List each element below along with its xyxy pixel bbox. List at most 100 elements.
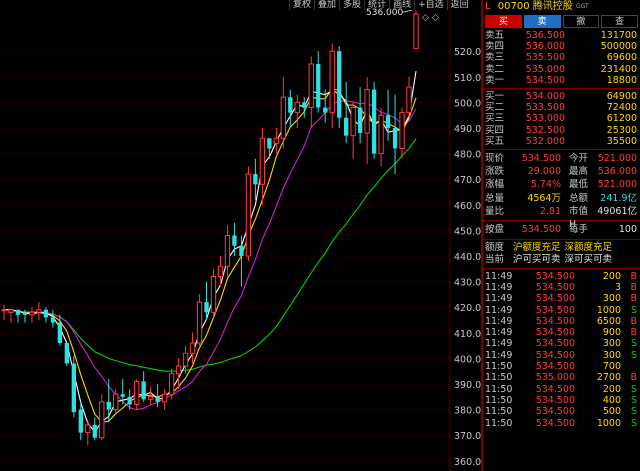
tick-price: 534.500 bbox=[535, 338, 575, 350]
toolbar-item[interactable]: +自选 bbox=[414, 0, 447, 10]
y-tick-label: 400.0 bbox=[454, 354, 481, 365]
y-tick-label: 490.0 bbox=[454, 124, 481, 135]
stat-label: 涨幅 bbox=[485, 179, 505, 191]
lot-size: 100 bbox=[618, 224, 637, 236]
stat-value: 49061亿 bbox=[597, 206, 637, 218]
toolbar-item[interactable]: 返回 bbox=[446, 0, 472, 10]
candle-body bbox=[280, 96, 286, 139]
lot-label: 每手 bbox=[569, 224, 589, 236]
candlestick-chart[interactable]: 360.0 370.0 380.0 390.0 400.0 410.0 420.0 430.0… bbox=[0, 0, 483, 471]
stat-label: 今开 bbox=[569, 152, 589, 164]
y-tick-label: 380.0 bbox=[454, 406, 481, 417]
divider bbox=[483, 87, 640, 89]
bid-row[interactable]: 买四 532.500 25300 bbox=[483, 125, 640, 136]
level-volume: 69600 bbox=[606, 52, 637, 64]
toolbar-item[interactable]: 叠加 bbox=[314, 0, 339, 10]
tick-volume: 1000 bbox=[596, 417, 621, 429]
candle-body bbox=[161, 393, 168, 403]
tick-time: 11:49 bbox=[485, 281, 513, 293]
level-price: 532.500 bbox=[525, 124, 565, 136]
header-marker: L bbox=[485, 1, 491, 12]
stat-value: 2.81 bbox=[539, 206, 561, 218]
toolbar-item[interactable]: 多股 bbox=[339, 0, 364, 10]
tick-time: 11:50 bbox=[485, 361, 513, 373]
stat-label: 涨跌 bbox=[485, 166, 505, 178]
y-tick-label: 450.0 bbox=[454, 226, 481, 237]
tick-side: S bbox=[630, 338, 637, 350]
buy-button[interactable]: 买 bbox=[485, 15, 522, 28]
candle-body bbox=[106, 401, 111, 410]
stat-label: 最高 bbox=[569, 166, 589, 178]
candle-body bbox=[196, 301, 203, 344]
sell-button[interactable]: 卖 bbox=[523, 15, 561, 28]
sh-quota: 沪额度充足 bbox=[513, 241, 561, 253]
candle-body bbox=[210, 275, 217, 313]
candle-body bbox=[385, 115, 391, 128]
toolbar-item[interactable]: 画线 bbox=[389, 0, 414, 10]
candle-body bbox=[413, 13, 419, 50]
candle-body bbox=[288, 97, 293, 113]
closing-label: 按盘 bbox=[485, 224, 505, 236]
tick-side: B bbox=[630, 270, 637, 282]
candle-body bbox=[99, 401, 105, 439]
y-tick-label: 410.0 bbox=[454, 329, 481, 340]
stock-code: 00700 bbox=[497, 1, 530, 12]
stat-value: 241.9亿 bbox=[600, 192, 637, 204]
stat-label: 最低 bbox=[569, 179, 589, 191]
level-label: 买三 bbox=[485, 113, 505, 125]
candle-body bbox=[22, 312, 28, 315]
bid-row[interactable]: 买三 533.000 61200 bbox=[483, 113, 640, 124]
quota-row: 额度 沪额度充足 深额度充足 bbox=[483, 242, 640, 254]
candle-body bbox=[259, 137, 266, 185]
current-label: 当前 bbox=[485, 253, 505, 265]
stat-label: 总额 bbox=[569, 192, 589, 204]
candle-body bbox=[1, 309, 7, 312]
divider bbox=[483, 267, 640, 269]
level-volume: 35500 bbox=[606, 135, 637, 147]
candle-body bbox=[217, 265, 224, 277]
level-price: 535.500 bbox=[525, 52, 565, 64]
candle-body bbox=[168, 373, 175, 395]
ask-row[interactable]: 卖四 536.000 500000 bbox=[483, 41, 640, 52]
ask-row[interactable]: 卖三 535.500 69600 bbox=[483, 52, 640, 63]
diamond-icon: ◇ bbox=[432, 13, 439, 23]
tick-price: 535.000 bbox=[535, 372, 575, 384]
tick-price: 534.500 bbox=[535, 293, 575, 305]
cancel-button[interactable]: 撤 bbox=[562, 15, 600, 28]
ask-row[interactable]: 卖五 536.500 131700 bbox=[483, 30, 640, 41]
tick-side: S bbox=[630, 406, 637, 418]
tick-row: 11:49 534.500 900 B bbox=[483, 327, 640, 338]
ask-row[interactable]: 卖二 535.000 231400 bbox=[483, 64, 640, 75]
bid-row[interactable]: 买五 532.000 35500 bbox=[483, 136, 640, 147]
bid-row[interactable]: 买二 533.500 72400 bbox=[483, 102, 640, 113]
bid-book: 买一 534.000 64900 买二 533.500 72400 买三 533.000 612… bbox=[483, 91, 640, 147]
level-volume: 131700 bbox=[600, 30, 637, 41]
tick-row: 11:50 535.000 2700 B bbox=[483, 372, 640, 383]
y-tick-label: 480.0 bbox=[454, 150, 481, 161]
stat-row: 涨跌 29.000 最高 536.000 bbox=[483, 165, 640, 178]
query-button[interactable]: 查 bbox=[601, 15, 638, 28]
toolbar-item[interactable]: 复权 bbox=[289, 0, 314, 10]
tick-side: S bbox=[630, 304, 637, 316]
stat-value: 536.000 bbox=[597, 166, 637, 178]
ask-row[interactable]: 卖一 534.500 18800 bbox=[483, 75, 640, 86]
tick-time: 11:50 bbox=[485, 372, 513, 384]
candle-body bbox=[50, 317, 56, 323]
candle-body bbox=[43, 309, 49, 318]
y-tick-label: 370.0 bbox=[454, 431, 481, 442]
bid-row[interactable]: 买一 534.000 64900 bbox=[483, 91, 640, 102]
candle-body bbox=[253, 174, 258, 185]
candle-body bbox=[8, 309, 14, 313]
tick-price: 534.500 bbox=[535, 383, 575, 395]
tick-row: 11:49 534.500 6500 B bbox=[483, 316, 640, 327]
candle-body bbox=[189, 342, 196, 354]
candle-body bbox=[232, 235, 237, 246]
sz-quota: 深额度充足 bbox=[564, 241, 613, 253]
toolbar-item[interactable]: 统计 bbox=[364, 0, 389, 10]
tick-list[interactable]: 11:49 534.500 200 B 11:49 534.500 3 B 11:49 534.5… bbox=[483, 271, 640, 429]
tick-side: S bbox=[630, 383, 637, 395]
quota-label: 额度 bbox=[485, 241, 505, 253]
tick-price: 534.500 bbox=[535, 361, 575, 373]
tick-time: 11:49 bbox=[485, 327, 513, 339]
level-price: 536.500 bbox=[525, 30, 565, 41]
